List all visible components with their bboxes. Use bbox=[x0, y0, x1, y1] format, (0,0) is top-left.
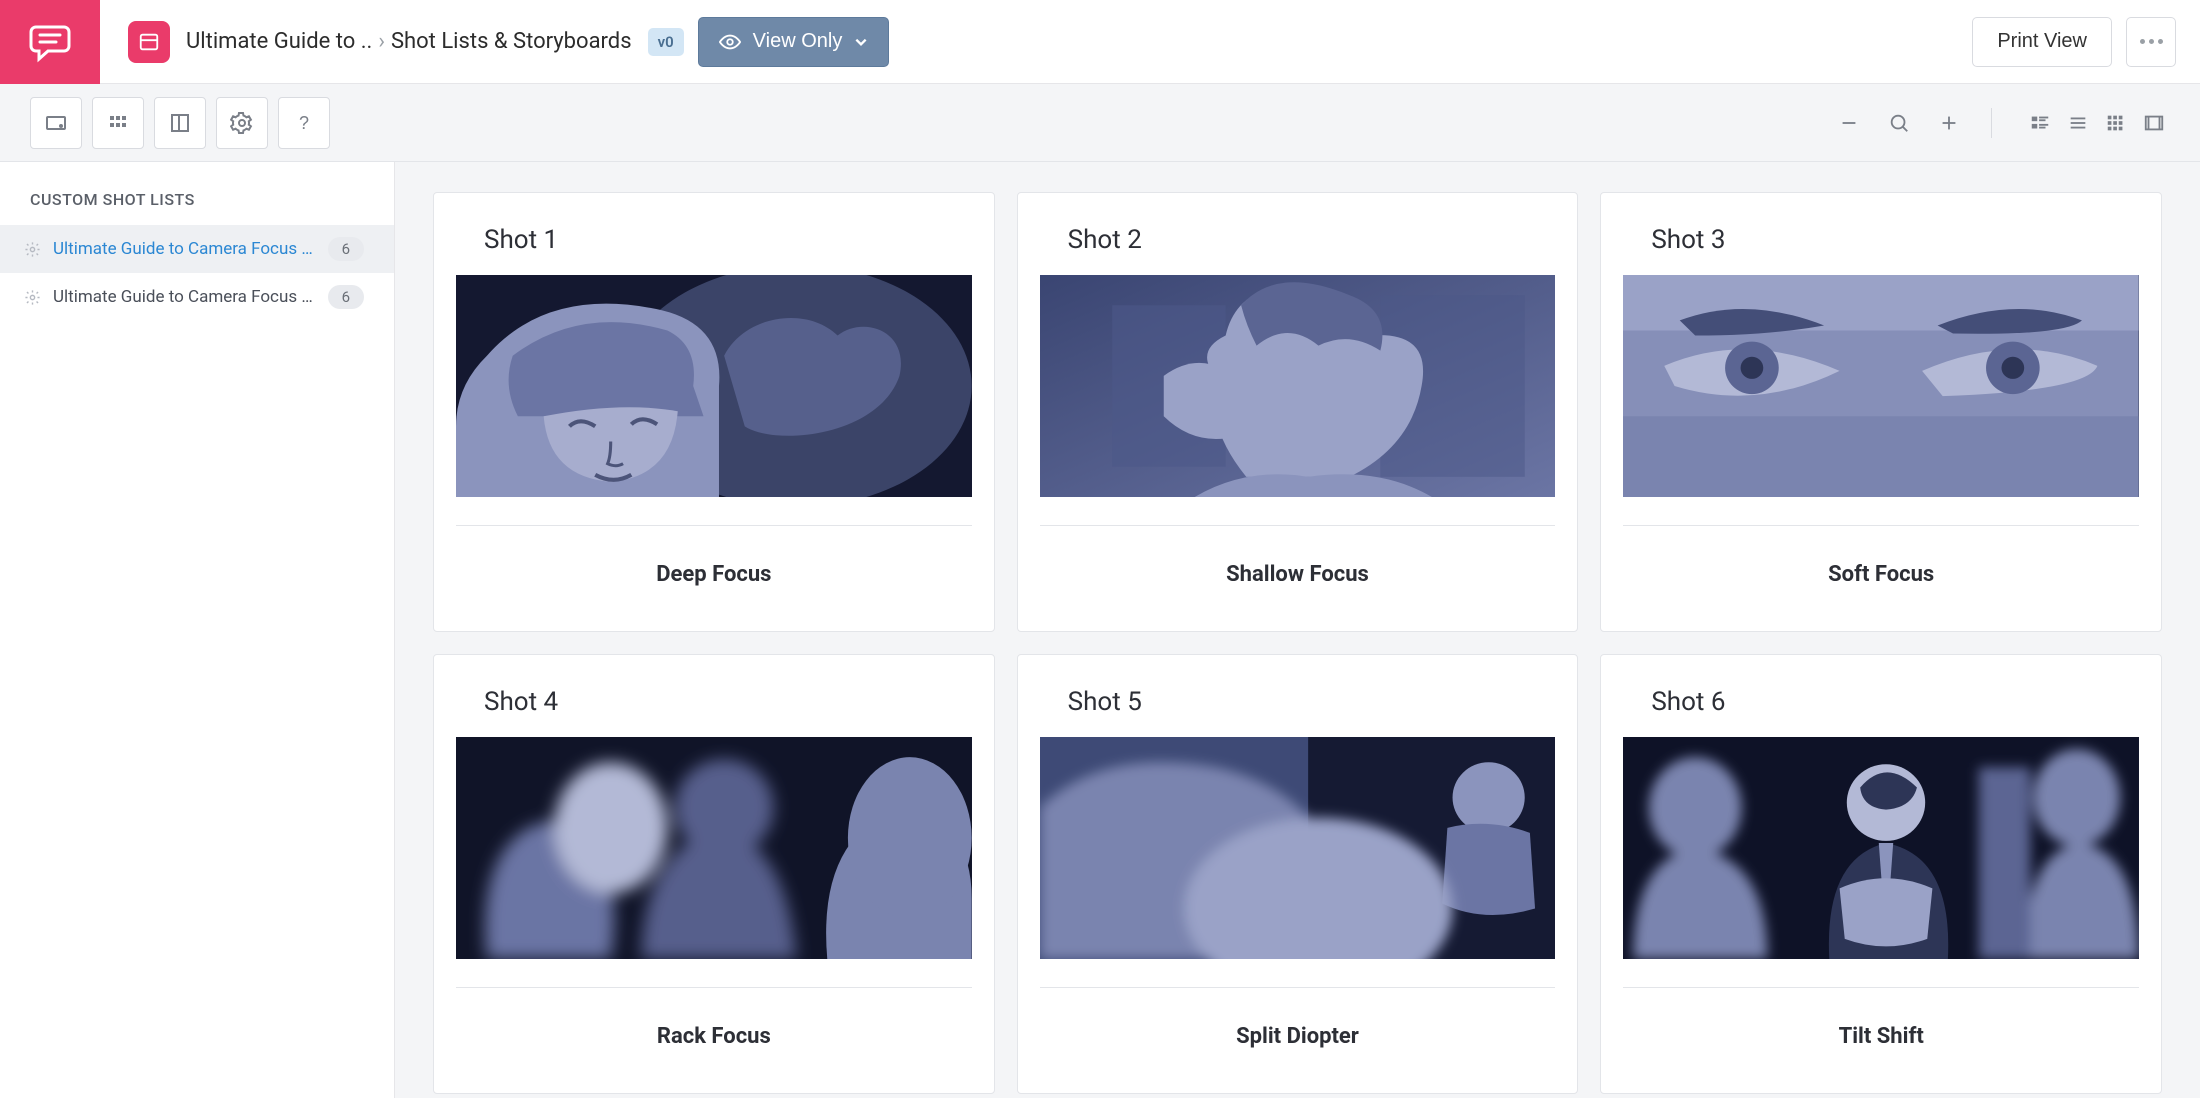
breadcrumb-page[interactable]: Shot Lists & Storyboards bbox=[391, 29, 632, 54]
chat-bubble-icon bbox=[26, 18, 74, 66]
gear-icon bbox=[24, 289, 41, 306]
list-icon bbox=[2067, 112, 2089, 134]
plus-icon bbox=[1938, 112, 1960, 134]
view-only-label: View Only bbox=[753, 30, 843, 53]
shot-card-6[interactable]: Shot 6 bbox=[1600, 654, 2162, 1094]
shot-title: Shot 1 bbox=[484, 225, 972, 255]
zoom-reset-button[interactable] bbox=[1883, 107, 1915, 139]
version-badge[interactable]: v0 bbox=[648, 28, 684, 56]
storyboard-content: Shot 1 bbox=[395, 162, 2200, 1098]
view-list-button[interactable] bbox=[2062, 107, 2094, 139]
view-only-button[interactable]: View Only bbox=[698, 17, 890, 67]
card-divider bbox=[456, 525, 972, 526]
rectangle-icon bbox=[44, 111, 68, 135]
sidebar: CUSTOM SHOT LISTS Ultimate Guide to Came… bbox=[0, 162, 395, 1098]
card-divider bbox=[1623, 987, 2139, 988]
shot-image bbox=[456, 275, 972, 497]
grid-icon bbox=[106, 111, 130, 135]
shot-title: Shot 3 bbox=[1651, 225, 2139, 255]
shot-image bbox=[1040, 737, 1556, 959]
view-list-detail-button[interactable] bbox=[2024, 107, 2056, 139]
shot-title: Shot 6 bbox=[1651, 687, 2139, 717]
svg-text:?: ? bbox=[299, 113, 309, 133]
sidebar-item-shotlist-0[interactable]: Ultimate Guide to Camera Focus i... 6 bbox=[0, 225, 394, 273]
help-tool-button[interactable]: ? bbox=[278, 97, 330, 149]
view-grid-button[interactable] bbox=[2100, 107, 2132, 139]
grid-tool-button[interactable] bbox=[92, 97, 144, 149]
shot-image bbox=[1040, 275, 1556, 497]
shot-card-1[interactable]: Shot 1 bbox=[433, 192, 995, 632]
breadcrumb-project[interactable]: Ultimate Guide to .. bbox=[186, 29, 372, 54]
columns-icon bbox=[168, 111, 192, 135]
document-icon[interactable] bbox=[128, 21, 170, 63]
shot-caption: Rack Focus bbox=[456, 1024, 972, 1049]
shot-card-3[interactable]: Shot 3 bbox=[1600, 192, 2162, 632]
gear-icon bbox=[24, 241, 41, 258]
zoom-in-button[interactable] bbox=[1933, 107, 1965, 139]
minus-icon bbox=[1838, 112, 1860, 134]
aspect-tool-button[interactable] bbox=[30, 97, 82, 149]
magnifier-icon bbox=[1888, 112, 1910, 134]
view-filmstrip-button[interactable] bbox=[2138, 107, 2170, 139]
card-divider bbox=[456, 987, 972, 988]
settings-tool-button[interactable] bbox=[216, 97, 268, 149]
question-icon: ? bbox=[292, 111, 316, 135]
shot-caption: Soft Focus bbox=[1623, 562, 2139, 587]
dots-horizontal-icon bbox=[2140, 39, 2163, 44]
more-menu-button[interactable] bbox=[2126, 17, 2176, 67]
gear-icon bbox=[230, 111, 254, 135]
shot-caption: Tilt Shift bbox=[1623, 1024, 2139, 1049]
shot-card-2[interactable]: Shot 2 bbox=[1017, 192, 1579, 632]
sidebar-item-count: 6 bbox=[328, 237, 364, 261]
toolbar-divider bbox=[1991, 108, 1992, 138]
chevron-down-icon bbox=[854, 35, 868, 49]
shot-caption: Shallow Focus bbox=[1040, 562, 1556, 587]
print-view-button[interactable]: Print View bbox=[1972, 17, 2112, 67]
zoom-out-button[interactable] bbox=[1833, 107, 1865, 139]
card-divider bbox=[1623, 525, 2139, 526]
sidebar-heading: CUSTOM SHOT LISTS bbox=[0, 162, 394, 225]
shot-caption: Split Diopter bbox=[1040, 1024, 1556, 1049]
sidebar-item-label: Ultimate Guide to Camera Focus in... bbox=[53, 287, 316, 307]
card-divider bbox=[1040, 987, 1556, 988]
columns-tool-button[interactable] bbox=[154, 97, 206, 149]
eye-icon bbox=[719, 31, 741, 53]
shot-title: Shot 5 bbox=[1068, 687, 1556, 717]
sidebar-item-count: 6 bbox=[328, 285, 364, 309]
list-detail-icon bbox=[2029, 112, 2051, 134]
shot-title: Shot 2 bbox=[1068, 225, 1556, 255]
clip-icon bbox=[138, 31, 160, 53]
filmstrip-icon bbox=[2143, 112, 2165, 134]
app-header: Ultimate Guide to .. › Shot Lists & Stor… bbox=[0, 0, 2200, 84]
shot-card-4[interactable]: Shot 4 bbox=[433, 654, 995, 1094]
shot-image bbox=[1623, 275, 2139, 497]
grid-small-icon bbox=[2105, 112, 2127, 134]
shot-image bbox=[456, 737, 972, 959]
sidebar-item-shotlist-1[interactable]: Ultimate Guide to Camera Focus in... 6 bbox=[0, 273, 394, 321]
toolbar: ? bbox=[0, 84, 2200, 162]
breadcrumb: Ultimate Guide to .. › Shot Lists & Stor… bbox=[186, 28, 684, 56]
card-divider bbox=[1040, 525, 1556, 526]
brand-logo[interactable] bbox=[0, 0, 100, 84]
chevron-right-icon: › bbox=[378, 29, 385, 54]
shot-caption: Deep Focus bbox=[456, 562, 972, 587]
shot-image bbox=[1623, 737, 2139, 959]
shot-title: Shot 4 bbox=[484, 687, 972, 717]
shot-card-5[interactable]: Shot 5 bbox=[1017, 654, 1579, 1094]
sidebar-item-label: Ultimate Guide to Camera Focus i... bbox=[53, 239, 316, 259]
